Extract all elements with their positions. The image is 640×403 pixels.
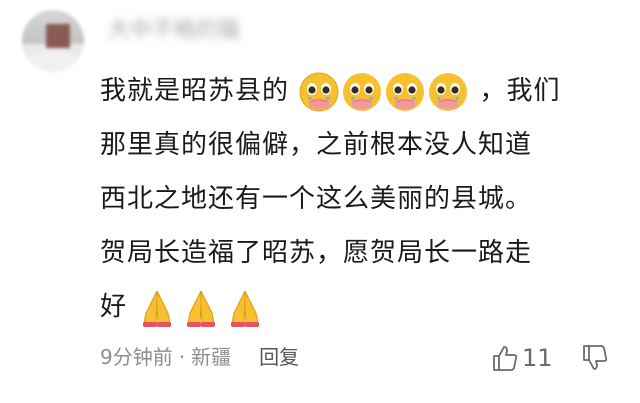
comment-line: 好	[100, 280, 622, 334]
comment-time: 9分钟前	[100, 345, 173, 369]
avatar[interactable]	[22, 10, 84, 72]
reply-button[interactable]: 回复	[259, 342, 299, 372]
thumbs-up-outline-icon	[493, 346, 518, 371]
comment-line: 西北之地还有一个这么美丽的县城。	[100, 184, 533, 214]
like-button[interactable]: 11	[490, 338, 553, 378]
comment-text-segment: ，我们	[479, 76, 561, 106]
folded-hands-icon	[180, 287, 222, 329]
folded-hands-icon	[224, 287, 266, 329]
comment-text: 我就是昭苏县的 ，我们 那里真的很偏僻，之前根本没人知道 西北之地还有一个这么美…	[100, 64, 622, 334]
comment-text-segment: 我就是昭苏县的	[100, 76, 290, 106]
thumbs-down-outline-icon[interactable]	[580, 342, 610, 374]
comment-location: 新疆	[191, 345, 232, 369]
folded-hands-icon	[136, 287, 178, 329]
pleading-face-icon	[298, 71, 340, 113]
pleading-face-icon	[384, 71, 426, 113]
pleading-face-icon	[341, 71, 383, 113]
username[interactable]: 大中不格的猫	[108, 16, 278, 46]
comment-line: 我就是昭苏县的 ，我们	[100, 64, 622, 118]
avatar-figure	[46, 24, 70, 48]
comment-line: 那里真的很偏僻，之前根本没人知道	[100, 130, 533, 160]
pleading-face-icon	[427, 71, 469, 113]
like-count: 11	[522, 344, 553, 372]
comment-text-segment: 好	[100, 292, 128, 322]
comment-line: 贺局长造福了昭苏，愿贺局长一路走	[100, 238, 533, 268]
comment-meta: 9分钟前 · 新疆 回复	[100, 342, 299, 372]
avatar-base	[28, 50, 78, 72]
meta-separator: ·	[178, 345, 186, 369]
